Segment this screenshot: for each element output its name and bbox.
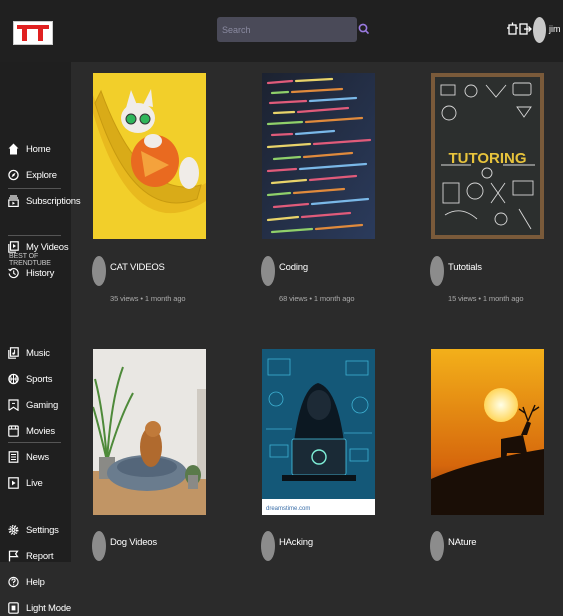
sidebar-item-label: Report [26, 550, 54, 562]
trendtube-logo[interactable] [13, 21, 53, 45]
search-input[interactable] [217, 17, 357, 42]
video-thumbnail[interactable]: dreamstime.com [262, 349, 375, 515]
sidebar-item-home[interactable]: Home [8, 141, 70, 157]
sidebar-item-news[interactable]: News [8, 449, 70, 465]
movies-icon [8, 425, 19, 437]
video-title[interactable]: Coding [279, 262, 308, 273]
music-icon [8, 347, 19, 359]
video-title[interactable]: NAture [448, 537, 477, 548]
video-meta: 68 views • 1 month ago [279, 294, 355, 303]
section-title: BEST OF TRENDTUBE [9, 253, 51, 267]
channel-avatar[interactable] [430, 256, 444, 286]
subscriptions-icon [8, 195, 19, 207]
sidebar-divider [8, 235, 61, 236]
watermark-text: dreamstime.com [266, 506, 310, 512]
sidebar-item-history[interactable]: History [8, 265, 70, 281]
tutoring-thumbnail-image: TUTORING [431, 73, 544, 239]
channel-avatar[interactable] [430, 531, 444, 561]
news-icon [8, 451, 19, 463]
deer-sunset-thumbnail-image [431, 349, 544, 515]
sidebar-item-settings[interactable]: Settings [8, 522, 70, 538]
channel-avatar[interactable] [261, 531, 275, 561]
sidebar-item-label: History [26, 267, 55, 279]
sidebar-item-label: Explore [26, 169, 57, 181]
history-icon [8, 267, 19, 279]
sidebar-item-label: Movies [26, 425, 55, 437]
live-icon [8, 477, 19, 489]
upload-icon[interactable] [506, 22, 519, 36]
dog-thumbnail-image [93, 349, 206, 515]
logout-icon[interactable] [519, 22, 532, 36]
flag-icon [8, 550, 19, 562]
channel-avatar[interactable] [92, 531, 106, 561]
video-title[interactable]: Tutotials [448, 262, 482, 273]
compass-icon [8, 169, 19, 181]
sidebar-item-label: Home [26, 143, 51, 155]
top-bar: jim [0, 0, 563, 62]
sidebar-item-label: Settings [26, 524, 59, 536]
video-meta: 35 views • 1 month ago [110, 294, 186, 303]
hacker-thumbnail-image: dreamstime.com [262, 349, 375, 515]
video-thumbnail[interactable] [93, 73, 206, 239]
sidebar-item-label: My Videos [26, 241, 69, 253]
video-meta: 15 views • 1 month ago [448, 294, 524, 303]
code-thumbnail-image [262, 73, 375, 239]
gear-icon [8, 525, 19, 535]
video-title[interactable]: Dog Videos [110, 537, 157, 548]
video-thumbnail[interactable] [262, 73, 375, 239]
light-mode-icon [8, 602, 19, 614]
sidebar: Home Explore Subscriptions My Videos His… [0, 62, 81, 614]
sidebar-divider [8, 442, 61, 443]
sidebar-divider [8, 188, 61, 189]
video-thumbnail[interactable] [93, 349, 206, 515]
sidebar-item-movies[interactable]: Movies [8, 423, 70, 439]
sidebar-item-sports[interactable]: Sports [8, 371, 70, 387]
sidebar-item-music[interactable]: Music [8, 345, 70, 361]
sidebar-item-live[interactable]: Live [8, 475, 70, 491]
sidebar-item-label: News [26, 451, 49, 463]
sidebar-item-label: Sports [26, 373, 53, 385]
sidebar-item-label: Subscriptions [26, 195, 81, 207]
sidebar-item-label: Help [26, 576, 45, 588]
video-title[interactable]: HAcking [279, 537, 313, 548]
search-icon[interactable] [357, 19, 371, 39]
cat-thumbnail-image [93, 73, 206, 239]
sidebar-item-light-mode[interactable]: Light Mode [8, 600, 72, 616]
sidebar-item-gaming[interactable]: Gaming [8, 397, 70, 413]
video-title[interactable]: CAT VIDEOS [110, 262, 165, 273]
channel-avatar[interactable] [92, 256, 106, 286]
home-icon [8, 143, 19, 155]
gaming-icon [8, 399, 19, 411]
video-library-icon [8, 241, 19, 253]
tutoring-board-text: TUTORING [448, 150, 526, 167]
help-icon [8, 576, 19, 588]
sidebar-item-label: Gaming [26, 399, 59, 411]
sports-icon [8, 373, 19, 385]
sidebar-item-label: Music [26, 347, 50, 359]
video-thumbnail[interactable]: TUTORING [431, 73, 544, 239]
channel-avatar[interactable] [261, 256, 275, 286]
sidebar-item-label: Live [26, 477, 43, 489]
sidebar-item-help[interactable]: Help [8, 574, 70, 590]
sidebar-item-subscriptions[interactable]: Subscriptions [8, 193, 81, 209]
user-avatar[interactable] [533, 17, 546, 43]
sidebar-item-explore[interactable]: Explore [8, 167, 70, 183]
username[interactable]: jim [549, 24, 561, 34]
sidebar-item-label: Light Mode [26, 602, 72, 614]
video-thumbnail[interactable] [431, 349, 544, 515]
